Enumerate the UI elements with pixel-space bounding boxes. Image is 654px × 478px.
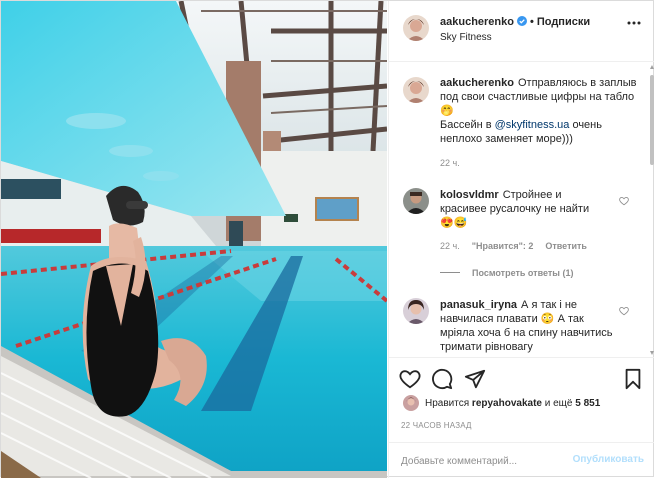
comments-scrollbar[interactable] — [649, 63, 654, 357]
comment-text: panasuk_iryna А я так і не навчилася плав… — [440, 298, 615, 354]
scroll-up-arrow-icon[interactable] — [650, 65, 654, 69]
more-options-icon[interactable] — [626, 17, 642, 25]
comment-avatar[interactable] — [403, 298, 429, 324]
comment-timestamp[interactable]: 22 ч. — [440, 241, 460, 251]
scroll-down-arrow-icon[interactable] — [650, 351, 654, 355]
replies-divider-line — [440, 272, 460, 273]
location-link[interactable]: Sky Fitness — [440, 32, 492, 43]
comment-input[interactable] — [401, 452, 561, 470]
view-replies-label: Посмотреть ответы (1) — [472, 268, 574, 278]
verified-icon — [516, 16, 527, 26]
reply-button[interactable]: Ответить — [545, 241, 587, 251]
author-username[interactable]: aakucherenko — [440, 16, 514, 28]
comment-heart-icon[interactable] — [619, 306, 629, 316]
likes-mid: и ещё — [544, 398, 573, 409]
liker-username[interactable]: repyahovakate — [472, 398, 542, 409]
caption-line2-pre: Бассейн в — [440, 119, 495, 131]
author-avatar[interactable] — [403, 15, 429, 41]
post-header: aakucherenko • Подписки Sky Fitness — [389, 1, 654, 62]
comment-heart-icon[interactable] — [619, 196, 629, 206]
comments-list[interactable]: aakucherenko Отправляюсь в заплыв под сво… — [389, 63, 654, 357]
comment-emoji: 😳 — [540, 313, 555, 325]
separator-dot: • — [529, 16, 534, 28]
comment-username[interactable]: panasuk_iryna — [440, 299, 517, 311]
comment-username[interactable]: kolosvldmr — [440, 189, 499, 201]
comment-avatar[interactable] — [403, 188, 429, 214]
add-comment-bar: Опубликовать — [389, 442, 654, 478]
likes-count[interactable]: 5 851 — [575, 398, 600, 409]
likes-summary: Нравится repyahovakate и ещё 5 851 — [389, 393, 654, 413]
comment-text: kolosvldmr Стройнее и красивее русалочку … — [440, 188, 610, 230]
publish-button[interactable]: Опубликовать — [573, 454, 644, 465]
likes-prefix: Нравится — [425, 398, 470, 409]
comment-likes-count[interactable]: "Нравится": 2 — [472, 241, 534, 251]
scroll-thumb[interactable] — [650, 75, 654, 165]
comment-emojis: 😍😅 — [440, 217, 468, 229]
post-photo[interactable] — [1, 1, 387, 478]
caption-author-avatar[interactable] — [403, 77, 429, 103]
caption-mention-link[interactable]: @skyfitness.ua — [495, 119, 570, 131]
post-modal: aakucherenko • Подписки Sky Fitness aakuch… — [0, 0, 654, 478]
comment-meta: 22 ч. "Нравится": 2 Ответить — [440, 241, 599, 251]
bookmark-icon[interactable] — [622, 368, 644, 390]
likes-text: Нравится repyahovakate и ещё 5 851 — [425, 398, 600, 409]
heart-icon[interactable] — [399, 368, 421, 390]
caption-text: aakucherenko Отправляюсь в заплыв под сво… — [440, 76, 640, 146]
share-icon[interactable] — [464, 368, 486, 390]
caption-emoji: 🤭 — [440, 105, 454, 117]
caption-username[interactable]: aakucherenko — [440, 77, 514, 89]
follow-button[interactable]: Подписки — [537, 16, 590, 28]
comment-icon[interactable] — [431, 368, 453, 390]
caption-timestamp[interactable]: 22 ч. — [440, 158, 460, 168]
post-timestamp[interactable]: 22 ЧАСОВ НАЗАД — [401, 421, 472, 430]
liker-avatar[interactable] — [403, 395, 419, 411]
post-side-panel: aakucherenko • Подписки Sky Fitness aakuch… — [388, 1, 654, 478]
view-replies-button[interactable]: Посмотреть ответы (1) — [440, 268, 573, 278]
pool-photo-illustration — [1, 1, 387, 478]
